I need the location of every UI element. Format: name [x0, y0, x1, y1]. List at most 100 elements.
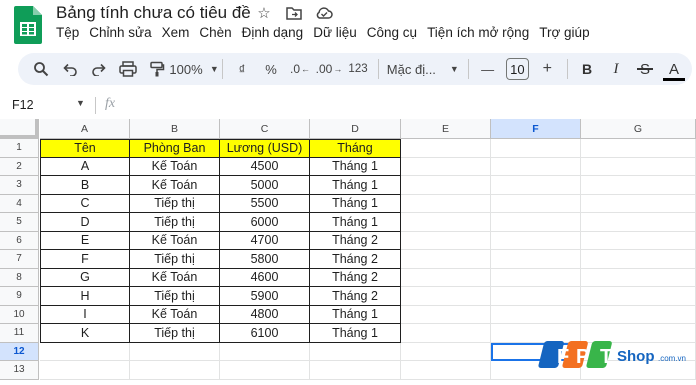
menu-data[interactable]: Dữ liệu — [313, 25, 364, 40]
row-header-12[interactable]: 12 — [0, 342, 39, 361]
cell-b8[interactable]: Kế Toán — [130, 268, 220, 287]
row-header-9[interactable]: 9 — [0, 287, 39, 306]
cell-g8[interactable] — [581, 268, 696, 287]
document-title[interactable]: Bảng tính chưa có tiêu đề — [56, 3, 251, 23]
cell-c6[interactable]: 4700 — [220, 231, 310, 250]
cell-g10[interactable] — [581, 305, 696, 324]
cell-c7[interactable]: 5800 — [220, 250, 310, 269]
cell-g9[interactable] — [581, 287, 696, 306]
cell-f6[interactable] — [491, 231, 581, 250]
cell-b11[interactable]: Tiếp thị — [130, 324, 220, 343]
cell-f8[interactable] — [491, 268, 581, 287]
cell-a10[interactable]: I — [40, 305, 130, 324]
cell-d11[interactable]: Tháng 1 — [310, 324, 401, 343]
cell-b1[interactable]: Phòng Ban — [130, 139, 220, 158]
cell-b5[interactable]: Tiếp thị — [130, 213, 220, 232]
menu-help[interactable]: Trợ giúp — [539, 25, 596, 40]
row-header-8[interactable]: 8 — [0, 268, 39, 287]
cell-a9[interactable]: H — [40, 287, 130, 306]
text-color-button[interactable]: A — [663, 57, 686, 81]
sheets-logo-icon[interactable] — [14, 6, 42, 44]
cell-f10[interactable] — [491, 305, 581, 324]
cell-c3[interactable]: 5000 — [220, 176, 310, 195]
redo-icon[interactable] — [88, 57, 110, 81]
cell-e11[interactable] — [401, 324, 491, 343]
row-header-5[interactable]: 5 — [0, 213, 39, 232]
column-header-b[interactable]: B — [130, 119, 220, 139]
row-header-7[interactable]: 7 — [0, 250, 39, 269]
menu-file[interactable]: Tệp — [56, 25, 86, 40]
cell-c4[interactable]: 5500 — [220, 194, 310, 213]
column-header-c[interactable]: C — [220, 119, 310, 139]
cell-g4[interactable] — [581, 194, 696, 213]
row-header-4[interactable]: 4 — [0, 194, 39, 213]
decrease-decimal-button[interactable]: .0 ← — [289, 57, 311, 81]
column-header-d[interactable]: D — [310, 119, 401, 139]
cell-b10[interactable]: Kế Toán — [130, 305, 220, 324]
menu-edit[interactable]: Chỉnh sửa — [89, 25, 158, 40]
menu-view[interactable]: Xem — [162, 25, 197, 40]
cell-g3[interactable] — [581, 176, 696, 195]
cell-b3[interactable]: Kế Toán — [130, 176, 220, 195]
cell-g1[interactable] — [581, 139, 696, 158]
cell-e9[interactable] — [401, 287, 491, 306]
row-header-1[interactable]: 1 — [0, 139, 39, 158]
cell-e12[interactable] — [401, 342, 491, 361]
cell-c5[interactable]: 6000 — [220, 213, 310, 232]
cell-c12[interactable] — [220, 342, 310, 361]
column-header-g[interactable]: G — [581, 119, 696, 139]
cell-e6[interactable] — [401, 231, 491, 250]
cell-c13[interactable] — [220, 361, 310, 380]
cell-f9[interactable] — [491, 287, 581, 306]
cell-g6[interactable] — [581, 231, 696, 250]
cell-a4[interactable]: C — [40, 194, 130, 213]
percent-format-button[interactable]: % — [260, 57, 282, 81]
cell-e10[interactable] — [401, 305, 491, 324]
cell-f3[interactable] — [491, 176, 581, 195]
row-header-2[interactable]: 2 — [0, 157, 39, 176]
cell-a7[interactable]: F — [40, 250, 130, 269]
undo-icon[interactable] — [59, 57, 81, 81]
font-size-input[interactable]: 10 — [505, 58, 530, 80]
cell-f1[interactable] — [491, 139, 581, 158]
cell-e8[interactable] — [401, 268, 491, 287]
currency-format-button[interactable]: ₫ — [231, 57, 253, 81]
cell-c8[interactable]: 4600 — [220, 268, 310, 287]
move-to-folder-icon[interactable] — [285, 4, 303, 22]
italic-button[interactable]: I — [605, 57, 627, 81]
cloud-status-icon[interactable] — [315, 4, 333, 22]
cell-a12[interactable] — [40, 342, 130, 361]
menu-insert[interactable]: Chèn — [199, 25, 238, 40]
cell-d13[interactable] — [310, 361, 401, 380]
cell-e5[interactable] — [401, 213, 491, 232]
cell-d12[interactable] — [310, 342, 401, 361]
cell-e2[interactable] — [401, 157, 491, 176]
name-box[interactable]: F12 — [12, 98, 34, 112]
cell-a2[interactable]: A — [40, 157, 130, 176]
cell-b12[interactable] — [130, 342, 220, 361]
menu-tools[interactable]: Công cụ — [367, 25, 424, 40]
row-header-10[interactable]: 10 — [0, 305, 39, 324]
cell-d1[interactable]: Tháng — [310, 139, 401, 158]
cell-b7[interactable]: Tiếp thị — [130, 250, 220, 269]
cell-d7[interactable]: Tháng 2 — [310, 250, 401, 269]
cell-b2[interactable]: Kế Toán — [130, 157, 220, 176]
cell-b9[interactable]: Tiếp thị — [130, 287, 220, 306]
bold-button[interactable]: B — [576, 57, 598, 81]
cell-g5[interactable] — [581, 213, 696, 232]
more-formats-button[interactable]: 123 — [347, 57, 369, 81]
menu-format[interactable]: Định dạng — [242, 25, 311, 40]
cell-e7[interactable] — [401, 250, 491, 269]
row-header-6[interactable]: 6 — [0, 231, 39, 250]
cell-f7[interactable] — [491, 250, 581, 269]
cell-a13[interactable] — [40, 361, 130, 380]
cell-d9[interactable]: Tháng 2 — [310, 287, 401, 306]
paint-format-icon[interactable] — [146, 57, 168, 81]
cell-d10[interactable]: Tháng 1 — [310, 305, 401, 324]
cell-g7[interactable] — [581, 250, 696, 269]
cell-a8[interactable]: G — [40, 268, 130, 287]
print-icon[interactable] — [117, 57, 139, 81]
cell-d3[interactable]: Tháng 1 — [310, 176, 401, 195]
cell-c1[interactable]: Lương (USD) — [220, 139, 310, 158]
cell-d5[interactable]: Tháng 1 — [310, 213, 401, 232]
